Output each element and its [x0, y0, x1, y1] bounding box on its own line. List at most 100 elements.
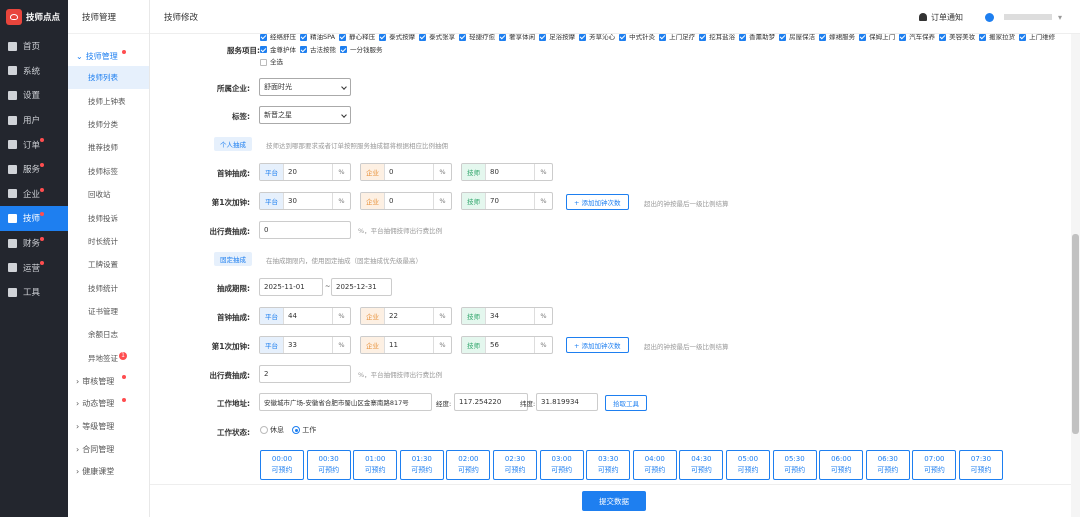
travel-input[interactable]: 0 [259, 221, 351, 239]
input-value[interactable]: 11 [385, 337, 433, 353]
time-slot[interactable]: 02:30 可预约 [493, 450, 537, 480]
commission-input-platform[interactable]: 平台 33% [259, 336, 351, 354]
service-checkbox[interactable]: 香薰助梦 [739, 34, 775, 44]
select-all-checkbox[interactable]: 全选 [260, 56, 283, 69]
scrollbar[interactable] [1071, 34, 1080, 517]
nav-item-8[interactable]: 财务 [0, 231, 68, 256]
group-tech-manage[interactable]: ⌄ 技师管理 [68, 46, 149, 66]
add-extra-button[interactable]: + 添加加钟次数 [566, 194, 629, 210]
input-value[interactable]: 56 [486, 337, 534, 353]
sub-item-1[interactable]: 技师上钟表 [68, 89, 149, 112]
nav-item-4[interactable]: 订单 [0, 132, 68, 157]
input-value[interactable]: 44 [284, 308, 332, 324]
nav-item-6[interactable]: 企业 [0, 182, 68, 207]
address-input[interactable]: 安徽城市广场-安徽省合肥市蜀山区金寨南路817号 [259, 393, 432, 411]
app-logo[interactable]: 技师点点 [0, 0, 68, 34]
user-menu[interactable]: ▾ [984, 12, 1062, 22]
commission-input-platform[interactable]: 平台 20% [259, 163, 351, 181]
sub-group-3[interactable]: › 合同管理 [68, 438, 149, 461]
time-slot[interactable]: 02:00 可预约 [446, 450, 491, 480]
sub-item-9[interactable]: 技师统计 [68, 277, 149, 300]
commission-input-company[interactable]: 企业 0% [360, 163, 452, 181]
sub-item-12[interactable]: 异地签证 1 [68, 347, 149, 370]
sub-item-0[interactable]: 技师列表 [68, 66, 149, 90]
service-checkbox[interactable]: 上门维修 [1019, 34, 1055, 44]
input-value[interactable]: 70 [486, 193, 534, 209]
input-value[interactable]: 0 [385, 193, 433, 209]
service-checkbox[interactable]: 经络舒压 [260, 34, 296, 44]
status-work-option[interactable]: 工作 [292, 426, 316, 434]
service-checkbox[interactable]: 中式针灸 [619, 34, 655, 44]
service-checkbox[interactable]: 芳草沁心 [579, 34, 615, 44]
time-slot[interactable]: 01:00 可预约 [353, 450, 398, 480]
service-checkbox[interactable]: 挖耳盐浴 [699, 34, 735, 44]
time-slot[interactable]: 07:00 可预约 [912, 450, 957, 480]
service-checkbox[interactable]: 泰式按摩 [379, 34, 415, 44]
service-checkbox[interactable]: 金尊护体 [260, 44, 296, 57]
input-value[interactable]: 34 [486, 308, 534, 324]
sub-group-4[interactable]: › 健康课堂 [68, 460, 149, 483]
sub-item-5[interactable]: 回收站 [68, 183, 149, 206]
commission-input-company[interactable]: 企业 11% [360, 336, 452, 354]
nav-item-9[interactable]: 运营 [0, 255, 68, 280]
scrollbar-thumb[interactable] [1072, 234, 1079, 434]
service-checkbox[interactable]: 保姆上门 [859, 34, 895, 44]
time-slot[interactable]: 06:30 可预约 [865, 450, 910, 480]
time-slot[interactable]: 06:00 可预约 [819, 450, 864, 480]
commission-input-company[interactable]: 企业 22% [360, 307, 452, 325]
service-checkbox[interactable]: 轻捷疗愈 [459, 34, 495, 44]
time-slot[interactable]: 01:30 可预约 [399, 450, 444, 480]
lat-input[interactable]: 31.819934 [536, 393, 598, 411]
sub-item-6[interactable]: 技师投诉 [68, 206, 149, 229]
input-value[interactable]: 0 [385, 164, 433, 180]
sub-item-7[interactable]: 时长统计 [68, 230, 149, 253]
fixed-travel-input[interactable]: 2 [259, 365, 351, 383]
input-value[interactable]: 80 [486, 164, 534, 180]
order-notify[interactable]: 订单通知 [918, 12, 963, 23]
tag-select[interactable]: 新晋之星 [259, 106, 351, 124]
service-checkbox[interactable]: 奢享体闲 [499, 34, 535, 44]
sub-item-11[interactable]: 余额日志 [68, 323, 149, 346]
time-slot[interactable]: 07:30 可预约 [959, 450, 1003, 480]
input-value[interactable]: 22 [385, 308, 433, 324]
company-select[interactable]: 舒面时光 [259, 78, 351, 96]
time-slot[interactable]: 03:30 可预约 [586, 450, 631, 480]
time-slot[interactable]: 03:00 可预约 [539, 450, 584, 480]
period-end-input[interactable]: 2025-12-31 [331, 278, 392, 296]
service-checkbox[interactable]: 房屋保洁 [779, 34, 815, 44]
time-slot[interactable]: 04:00 可预约 [632, 450, 677, 480]
commission-input-tech[interactable]: 技师 80% [461, 163, 553, 181]
commission-input-company[interactable]: 企业 0% [360, 192, 452, 210]
nav-item-0[interactable]: 首页 [0, 34, 68, 59]
nav-item-2[interactable]: 设置 [0, 83, 68, 108]
time-slot[interactable]: 05:00 可预约 [726, 450, 770, 480]
sub-item-2[interactable]: 技师分类 [68, 113, 149, 136]
sub-item-10[interactable]: 证书管理 [68, 300, 149, 323]
nav-item-5[interactable]: 服务 [0, 157, 68, 182]
sub-group-0[interactable]: › 审核管理 [68, 370, 149, 393]
sub-item-3[interactable]: 推荐技师 [68, 136, 149, 159]
sub-item-4[interactable]: 技师标签 [68, 160, 149, 183]
pick-tool-button[interactable]: 拾取工具 [605, 395, 647, 411]
input-value[interactable]: 30 [284, 193, 332, 209]
nav-item-1[interactable]: 系统 [0, 59, 68, 84]
period-start-input[interactable]: 2025-11-01 [259, 278, 323, 296]
time-slot[interactable]: 04:30 可预约 [679, 450, 724, 480]
input-value[interactable]: 33 [284, 337, 332, 353]
service-checkbox[interactable]: 泰式张享 [419, 34, 455, 44]
nav-item-3[interactable]: 用户 [0, 108, 68, 133]
service-checkbox[interactable]: 搬家拉货 [979, 34, 1015, 44]
time-slot[interactable]: 00:30 可预约 [306, 450, 351, 480]
commission-input-tech[interactable]: 技师 70% [461, 192, 553, 210]
commission-input-tech[interactable]: 技师 34% [461, 307, 553, 325]
service-checkbox[interactable]: 精油SPA [300, 34, 335, 44]
service-checkbox[interactable]: 汽车保养 [899, 34, 935, 44]
service-checkbox[interactable]: 美容美妆 [939, 34, 975, 44]
service-checkbox[interactable]: 嫁裙服务 [819, 34, 855, 44]
add-extra-button-fixed[interactable]: + 添加加钟次数 [566, 337, 629, 353]
sub-group-1[interactable]: › 动态管理 [68, 393, 149, 416]
time-slot[interactable]: 00:00 可预约 [260, 450, 304, 480]
service-checkbox[interactable]: 古法按熊 [300, 44, 336, 57]
commission-input-platform[interactable]: 平台 30% [259, 192, 351, 210]
input-value[interactable]: 20 [284, 164, 332, 180]
